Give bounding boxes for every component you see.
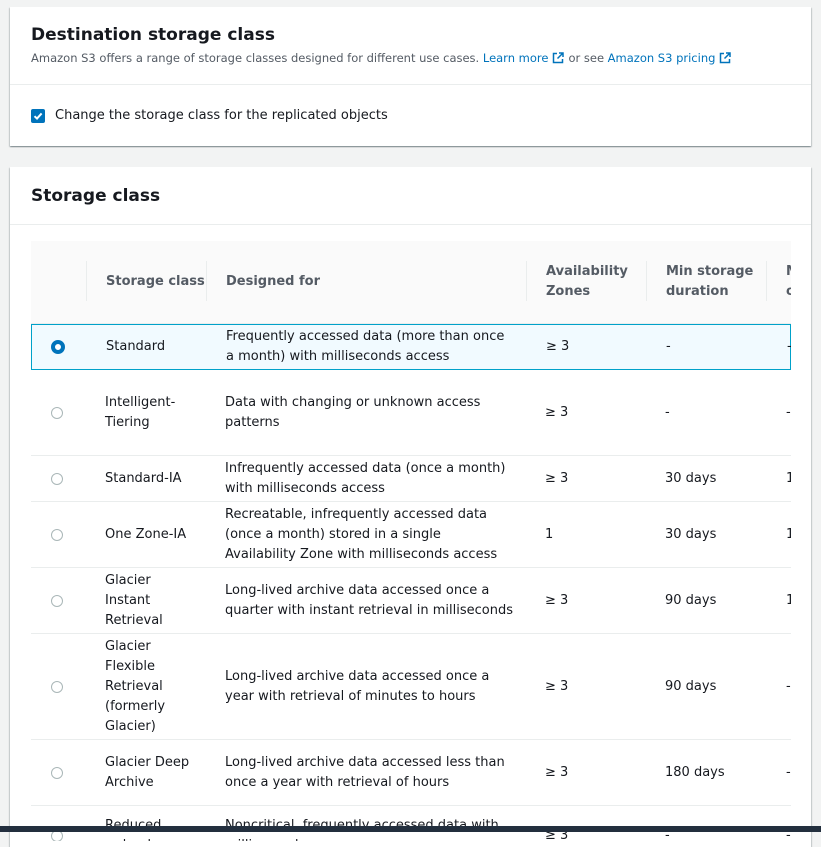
- checkmark-icon: [33, 112, 43, 120]
- col-header-min-storage-duration: Min storage duration: [646, 241, 766, 323]
- cell-min-duration: -: [665, 827, 670, 842]
- cell-availability-zones: ≥ 3: [545, 827, 569, 842]
- storage-class-radio[interactable]: [51, 766, 63, 779]
- cell-designed-for: Infrequently accessed data (once a month…: [225, 460, 506, 496]
- cell-availability-zones: ≥ 3: [546, 339, 570, 354]
- destination-storage-class-panel: Destination storage class Amazon S3 offe…: [10, 7, 811, 146]
- cell-designed-for: Frequently accessed data (more than once…: [226, 329, 505, 364]
- radio-cell: [31, 456, 86, 501]
- cell-min-duration: 30 days: [665, 526, 717, 542]
- radio-cell: [32, 325, 87, 369]
- cell-availability-zones: ≥ 3: [545, 678, 569, 694]
- cell-min-duration: 90 days: [665, 592, 717, 608]
- cell-availability-zones: ≥ 3: [545, 470, 569, 486]
- cell-min-billable-size: 1: [786, 526, 791, 542]
- cell-availability-zones: ≥ 3: [545, 764, 569, 780]
- cell-min-duration: 30 days: [665, 470, 717, 486]
- radio-cell: [31, 740, 86, 805]
- cell-designed-for: Long-lived archive data accessed once a …: [225, 668, 490, 704]
- cell-min-duration: 90 days: [665, 678, 717, 694]
- checkbox-label: Change the storage class for the replica…: [55, 108, 388, 123]
- storage-class-header: Storage class: [10, 167, 811, 225]
- description-text: Amazon S3 offers a range of storage clas…: [31, 51, 480, 65]
- destination-header: Destination storage class Amazon S3 offe…: [10, 7, 811, 85]
- or-see-text: or see: [568, 51, 605, 65]
- cell-designed-for: Long-lived archive data accessed once a …: [225, 582, 513, 618]
- cell-availability-zones: ≥ 3: [545, 404, 569, 420]
- cell-storage-class: Intelligent-Tiering: [105, 394, 176, 430]
- cell-min-billable-size: -: [786, 678, 791, 694]
- col-header-storage-class: Storage class: [86, 241, 206, 323]
- storage-class-table: Storage class Designed for Availability …: [31, 241, 791, 841]
- external-link-icon: [553, 52, 565, 64]
- table-row[interactable]: Standard Frequently accessed data (more t…: [31, 324, 791, 370]
- cell-storage-class: Glacier Instant Retrieval: [105, 572, 163, 628]
- storage-class-radio[interactable]: [51, 594, 63, 607]
- cell-availability-zones: ≥ 3: [545, 592, 569, 608]
- radio-cell: [31, 568, 86, 633]
- cell-storage-class: One Zone-IA: [105, 526, 187, 542]
- destination-title: Destination storage class: [31, 25, 275, 45]
- table-row[interactable]: Reduced redundancy Noncritical, frequentl…: [31, 806, 791, 841]
- cell-storage-class: Reduced redundancy: [105, 817, 182, 842]
- cell-designed-for: Noncritical, frequently accessed data wi…: [225, 817, 499, 842]
- cell-storage-class: Standard-IA: [105, 470, 182, 486]
- s3-pricing-link[interactable]: Amazon S3 pricing: [608, 51, 736, 65]
- cell-min-duration: -: [666, 339, 671, 354]
- change-storage-class-checkbox[interactable]: [31, 108, 45, 123]
- radio-cell: [31, 806, 86, 841]
- change-storage-class-checkbox-row[interactable]: Change the storage class for the replica…: [31, 108, 388, 123]
- storage-class-radio[interactable]: [51, 340, 65, 354]
- pricing-label: Amazon S3 pricing: [607, 51, 716, 65]
- cell-min-billable-size: -: [787, 325, 791, 369]
- learn-more-label: Learn more: [482, 51, 549, 65]
- col-header-designed-for: Designed for: [206, 241, 526, 323]
- radio-cell: [31, 634, 86, 739]
- cell-designed-for: Long-lived archive data accessed less th…: [225, 754, 505, 790]
- cell-storage-class: Glacier Flexible Retrieval (formerly Gla…: [105, 638, 166, 734]
- cell-min-billable-size: -: [786, 764, 791, 780]
- cell-min-billable-size: -: [786, 404, 791, 420]
- external-link-icon: [720, 52, 732, 64]
- storage-class-title: Storage class: [31, 186, 161, 206]
- radio-cell: [31, 370, 86, 455]
- learn-more-link[interactable]: Learn more: [483, 51, 569, 65]
- cell-designed-for: Data with changing or unknown access pat…: [225, 394, 481, 430]
- cell-min-billable-size: 1: [786, 470, 791, 486]
- cell-min-duration: 180 days: [665, 764, 725, 780]
- storage-class-panel: Storage class Storage class Designed for…: [10, 167, 811, 847]
- radio-cell: [31, 502, 86, 567]
- storage-class-radio[interactable]: [51, 528, 63, 541]
- cell-min-billable-size: -: [786, 827, 791, 842]
- storage-class-radio[interactable]: [51, 680, 63, 693]
- storage-class-radio[interactable]: [51, 406, 63, 419]
- cell-min-billable-size: 1: [786, 592, 791, 608]
- cell-availability-zones: 1: [545, 526, 554, 542]
- table-row[interactable]: Intelligent-Tiering Data with changing or…: [31, 370, 791, 456]
- destination-description: Amazon S3 offers a range of storage clas…: [31, 51, 735, 65]
- table-row[interactable]: One Zone-IA Recreatable, infrequently acc…: [31, 502, 791, 568]
- cell-storage-class: Standard: [106, 339, 166, 354]
- table-row[interactable]: Glacier Instant Retrieval Long-lived arch…: [31, 568, 791, 634]
- table-header: Storage class Designed for Availability …: [31, 241, 791, 324]
- storage-class-radio[interactable]: [51, 472, 63, 485]
- cell-storage-class: Glacier Deep Archive: [105, 754, 190, 790]
- col-header-min-billable-size: Min billable object size: [766, 241, 791, 323]
- cell-min-duration: -: [665, 404, 670, 420]
- table-row[interactable]: Standard-IA Infrequently accessed data (o…: [31, 456, 791, 502]
- table-row[interactable]: Glacier Flexible Retrieval (formerly Gla…: [31, 634, 791, 740]
- table-row[interactable]: Glacier Deep Archive Long-lived archive d…: [31, 740, 791, 806]
- cell-designed-for: Recreatable, infrequently accessed data …: [225, 506, 498, 562]
- col-header-availability-zones: Availability Zones: [526, 241, 646, 323]
- bottom-bar: [0, 826, 821, 832]
